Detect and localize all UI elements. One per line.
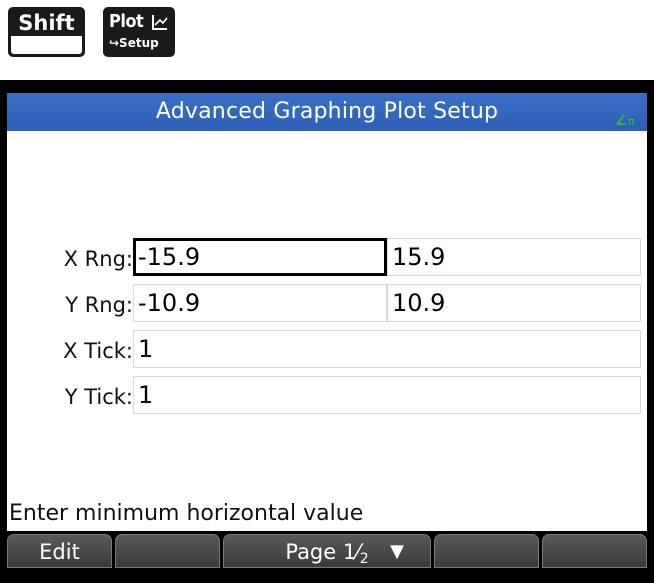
x-tick-label: X Tick: xyxy=(63,339,133,363)
softkey-6[interactable] xyxy=(542,534,647,568)
y-tick-field[interactable]: 1 xyxy=(133,376,641,414)
page-softkey-total: 2 xyxy=(359,551,369,567)
y-range-max-field[interactable]: 10.9 xyxy=(387,284,641,322)
y-tick-label: Y Tick: xyxy=(64,385,133,409)
screen-content: Advanced Graphing Plot Setup π X Rng: -1… xyxy=(7,93,647,583)
softkey-5[interactable] xyxy=(434,534,539,568)
shift-key[interactable]: Shift xyxy=(8,7,85,57)
angle-mode-icon: π xyxy=(616,114,635,127)
shift-key-lower xyxy=(11,36,82,54)
plot-setup-key[interactable]: Plot ↪Setup xyxy=(103,7,175,57)
help-hint: Enter minimum horizontal value xyxy=(9,501,364,526)
y-range-min-field[interactable]: -10.9 xyxy=(133,284,387,322)
edit-softkey[interactable]: Edit xyxy=(7,534,112,568)
softkey-bar: Edit Page 1⁄2 ▼ xyxy=(7,531,647,583)
svg-text:π: π xyxy=(628,115,635,127)
calculator-screen: Advanced Graphing Plot Setup π X Rng: -1… xyxy=(0,80,654,583)
plot-key-shift-label: ↪Setup xyxy=(109,36,159,50)
plot-graph-icon xyxy=(152,15,168,30)
page-softkey-label: Page 1 xyxy=(285,540,357,564)
x-range-min-field[interactable]: -15.9 xyxy=(133,238,387,276)
title-bar: Advanced Graphing Plot Setup π xyxy=(7,93,647,131)
page-softkey[interactable]: Page 1⁄2 ▼ xyxy=(223,534,431,568)
screen-title: Advanced Graphing Plot Setup xyxy=(155,99,499,124)
plot-key-label: Plot xyxy=(109,11,144,32)
x-range-label: X Rng: xyxy=(63,247,133,271)
page-down-arrow-icon: ▼ xyxy=(390,541,404,562)
shift-key-label: Shift xyxy=(18,11,75,35)
y-range-label: Y Rng: xyxy=(65,293,133,317)
x-range-max-field[interactable]: 15.9 xyxy=(387,238,641,276)
x-tick-field[interactable]: 1 xyxy=(133,330,641,368)
softkey-2[interactable] xyxy=(115,534,220,568)
